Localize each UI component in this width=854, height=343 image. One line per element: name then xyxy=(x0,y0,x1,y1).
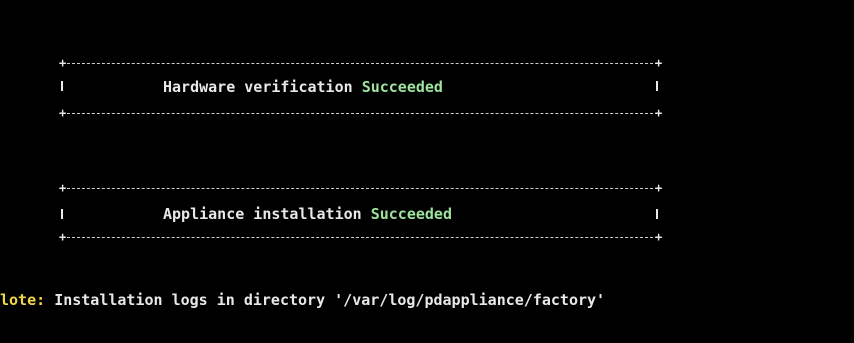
box-corner: + xyxy=(655,181,663,195)
box-corner: + xyxy=(59,56,67,70)
hardware-verification-label: Hardware verification xyxy=(163,78,353,96)
box-corner: + xyxy=(655,230,663,244)
hardware-verification-line: Hardware verification Succeeded xyxy=(163,77,443,97)
box-corner: + xyxy=(59,181,67,195)
hardware-verification-status: Succeeded xyxy=(361,78,443,96)
box-corner: + xyxy=(59,106,67,120)
installation-note-line: lote: Installation logs in directory '/v… xyxy=(0,290,605,310)
box-top-border xyxy=(62,63,658,64)
box-corner: + xyxy=(655,106,663,120)
box-corner: + xyxy=(655,56,663,70)
box-right-border xyxy=(656,209,658,219)
box-corner: + xyxy=(59,230,67,244)
note-prefix: lote: xyxy=(0,291,46,309)
note-message: Installation logs in directory '/var/log… xyxy=(54,291,606,309)
box-left-border xyxy=(61,209,63,219)
box-top-border xyxy=(62,188,658,189)
appliance-installation-label: Appliance installation xyxy=(163,205,362,223)
box-right-border xyxy=(656,81,658,91)
appliance-installation-status: Succeeded xyxy=(370,205,452,223)
box-bottom-border xyxy=(62,113,658,114)
box-left-border xyxy=(61,81,63,91)
box-bottom-border xyxy=(62,237,658,238)
appliance-installation-line: Appliance installation Succeeded xyxy=(163,204,452,224)
terminal-screen: { "box1": { "label": "Hardware verificat… xyxy=(0,0,854,343)
